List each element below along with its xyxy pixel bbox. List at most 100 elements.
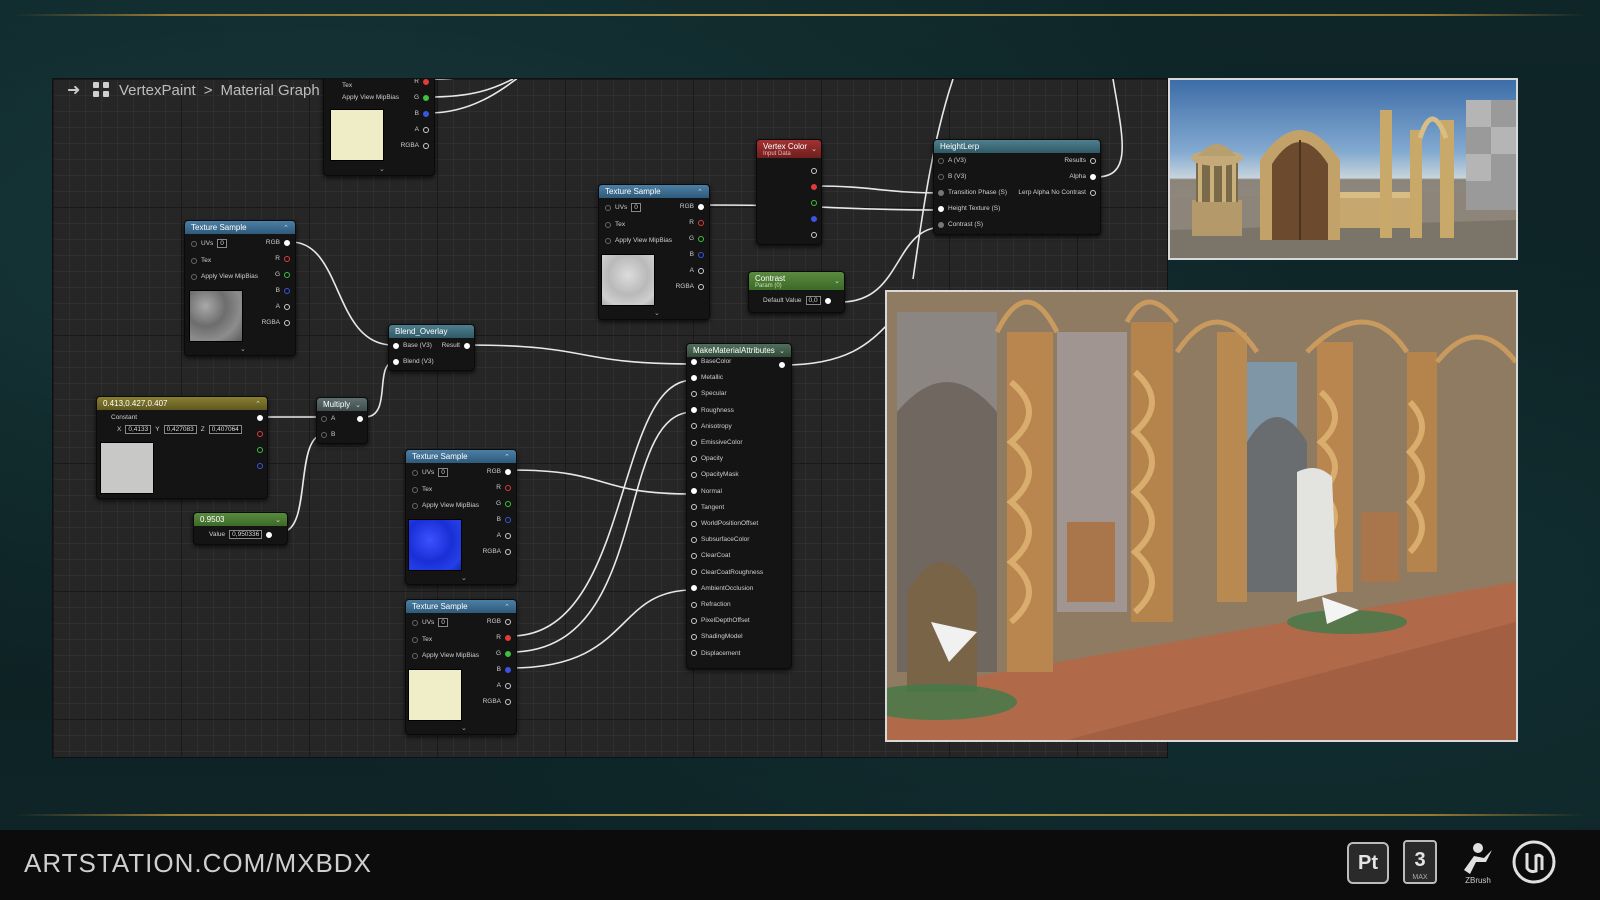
chevron-up-icon[interactable]: ⌃ (255, 400, 261, 408)
pin-icon[interactable] (811, 200, 817, 206)
out-b[interactable]: B (276, 287, 290, 294)
scalar-value-field[interactable]: 0,950336 (229, 530, 263, 539)
pin-icon[interactable] (266, 531, 273, 538)
out-r[interactable]: R (689, 219, 704, 226)
pin-icon[interactable] (284, 239, 290, 246)
node-pin-rgba[interactable]: RGBA (401, 142, 429, 149)
pin-icon[interactable] (691, 569, 697, 576)
pin-icon[interactable] (691, 504, 697, 511)
mma-input-normal[interactable]: Normal (691, 488, 722, 495)
pin-icon[interactable] (698, 267, 704, 274)
pin-icon[interactable] (698, 235, 704, 242)
uvs-value-field[interactable]: 0 (631, 203, 641, 212)
pin-icon[interactable] (691, 407, 697, 414)
pin-icon[interactable] (691, 439, 697, 446)
pin-icon[interactable] (691, 455, 697, 462)
pin-icon[interactable] (284, 271, 290, 278)
out-rgb[interactable]: RGB (487, 468, 511, 475)
pin-icon[interactable] (698, 219, 704, 226)
chevron-down-icon[interactable]: ⌄ (461, 574, 467, 582)
chevron-up-icon[interactable]: ⌃ (504, 453, 510, 461)
pin-icon[interactable] (691, 423, 697, 430)
texture-sample-node-4[interactable]: Texture Sample ⌃ UVs 0 Tex Apply View MipB… (405, 599, 517, 735)
multiply-node[interactable]: Multiply ⌄ A B (316, 397, 368, 444)
pin-icon[interactable] (284, 319, 290, 326)
pin-icon[interactable] (412, 486, 418, 493)
tex-pin[interactable]: Tex (605, 221, 625, 228)
mma-input-ambientocclusion[interactable]: AmbientOcclusion (691, 585, 753, 592)
pin-icon[interactable] (393, 342, 399, 349)
scalar-parameter-node[interactable]: 0.9503 ⌄ Value 0,950336 (193, 512, 288, 545)
constant3-vector-node[interactable]: 0.413,0.427,0.407 ⌃ Constant X 0,4133 Y 0,4… (96, 396, 268, 499)
pin-icon[interactable] (691, 488, 697, 495)
contrast-value-field[interactable]: 0,0 (805, 296, 821, 305)
pin-icon[interactable] (505, 650, 511, 657)
pin-icon[interactable] (698, 251, 704, 258)
default-value-row[interactable]: Default Value 0,0 (763, 296, 831, 305)
pin-icon[interactable] (191, 273, 197, 280)
mma-input-clearcoat[interactable]: ClearCoat (691, 552, 730, 559)
pin-icon[interactable] (257, 463, 263, 469)
uvs-pin[interactable]: UVs 0 (412, 618, 448, 627)
mma-input-tangent[interactable]: Tangent (691, 504, 724, 511)
node-title[interactable]: Contrast Param (0) (749, 272, 844, 290)
out-b[interactable]: B (497, 666, 511, 673)
node-title[interactable]: Texture Sample ⌃ (185, 221, 295, 234)
pin-icon[interactable] (464, 342, 470, 349)
mma-input-worldpositionoffset[interactable]: WorldPositionOffset (691, 520, 758, 527)
pin-icon[interactable] (1090, 157, 1096, 164)
pin-icon[interactable] (698, 203, 704, 210)
out-a[interactable]: A (276, 303, 290, 310)
node-title[interactable]: Texture Sample ⌃ (406, 600, 516, 613)
preview-viewport-overview[interactable] (1168, 78, 1518, 260)
pin-icon[interactable] (505, 682, 511, 689)
pin-icon[interactable] (284, 303, 290, 310)
breadcrumb-root[interactable]: VertexPaint (119, 82, 196, 99)
pin-icon[interactable] (257, 415, 263, 421)
out-rgb[interactable]: RGB (487, 618, 511, 625)
vertex-color-node[interactable]: Vertex Color Input Data ⌄ (756, 139, 822, 245)
input-b[interactable]: B (321, 431, 335, 438)
chevron-down-icon[interactable]: ⌄ (461, 724, 467, 732)
pin-icon[interactable] (1090, 173, 1096, 180)
pin-icon[interactable] (779, 362, 785, 368)
pin-icon[interactable] (811, 232, 817, 238)
out-a[interactable]: A (497, 532, 511, 539)
chevron-down-icon[interactable]: ⌄ (654, 309, 660, 317)
pin-icon[interactable] (257, 431, 263, 437)
input-transition[interactable]: Transition Phase (S) (938, 189, 1007, 196)
pin-icon[interactable] (691, 390, 697, 397)
mipbias-pin[interactable]: Apply View MipBias (412, 652, 479, 659)
pin-icon[interactable] (811, 216, 817, 222)
pin-icon[interactable] (505, 666, 511, 673)
pin-icon[interactable] (698, 283, 704, 290)
pin-icon[interactable] (505, 532, 511, 539)
out-r[interactable]: R (496, 634, 511, 641)
pin-icon[interactable] (938, 157, 944, 164)
pin-icon[interactable] (423, 142, 429, 149)
chevron-down-icon[interactable]: ⌄ (779, 347, 785, 355)
mma-input-specular[interactable]: Specular (691, 390, 727, 397)
pin-icon[interactable] (505, 500, 511, 507)
pin-icon[interactable] (938, 173, 944, 180)
out-r[interactable]: R (275, 255, 290, 262)
out-rgb[interactable]: RGB (266, 239, 290, 246)
pin-icon[interactable] (412, 469, 418, 476)
input-base[interactable]: Base (V3) (393, 342, 432, 349)
contrast-parameter-node[interactable]: Contrast Param (0) ⌄ Default Value 0,0 (748, 271, 845, 313)
mma-input-clearcoatroughness[interactable]: ClearCoatRoughness (691, 569, 763, 576)
node-title[interactable]: 0.413,0.427,0.407 ⌃ (97, 397, 267, 410)
pin-icon[interactable] (691, 650, 697, 657)
pin-icon[interactable] (284, 287, 290, 294)
output-lerp-alpha[interactable]: Lerp Alpha No Contrast (1018, 189, 1096, 196)
tex-pin[interactable]: Tex (191, 257, 211, 264)
node-title[interactable]: 0.9503 ⌄ (194, 513, 287, 526)
node-title[interactable]: HeightLerp (934, 140, 1100, 153)
pin-icon[interactable] (423, 94, 429, 101)
pin-icon[interactable] (412, 652, 418, 659)
uvs-pin[interactable]: UVs 0 (191, 239, 227, 248)
pin-icon[interactable] (811, 168, 817, 174)
mma-input-opacitymask[interactable]: OpacityMask (691, 471, 739, 478)
pin-icon[interactable] (691, 552, 697, 559)
texture-sample-node-2[interactable]: Texture Sample ⌃ UVs 0 Tex Apply View MipB… (598, 184, 710, 320)
